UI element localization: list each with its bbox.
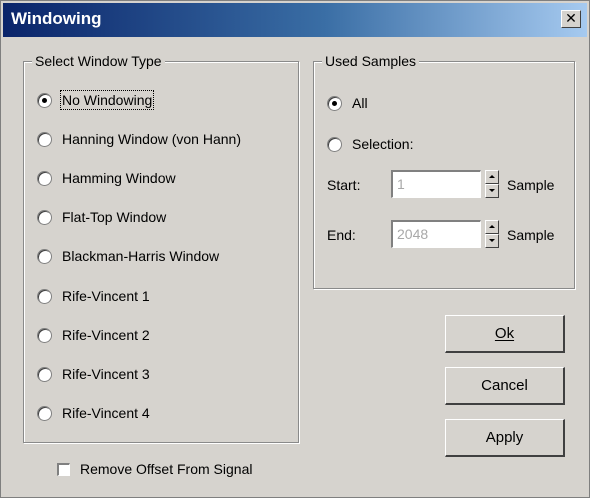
radio-label: All bbox=[352, 95, 368, 111]
title-bar[interactable]: Windowing ✕ bbox=[3, 3, 587, 37]
start-unit-label: Sample bbox=[507, 177, 555, 193]
radio-label: Blackman-Harris Window bbox=[62, 248, 220, 264]
dialog-title: Windowing bbox=[11, 9, 102, 28]
apply-button[interactable]: Apply bbox=[445, 419, 565, 457]
end-input[interactable]: 2048 bbox=[391, 220, 481, 248]
radio-samples-selection[interactable]: Selection: bbox=[327, 134, 413, 154]
radio-label: Selection: bbox=[352, 136, 414, 152]
windowing-dialog: Windowing ✕ Select Window Type No Window… bbox=[0, 0, 590, 498]
radio-icon[interactable] bbox=[37, 248, 52, 264]
radio-blackman-harris[interactable]: Blackman-Harris Window bbox=[37, 246, 219, 266]
remove-offset-checkbox[interactable] bbox=[57, 462, 70, 476]
radio-rife-vincent-4[interactable]: Rife-Vincent 4 bbox=[37, 403, 150, 423]
end-unit-label: Sample bbox=[507, 227, 555, 243]
radio-label: Hanning Window (von Hann) bbox=[62, 131, 241, 147]
radio-icon[interactable] bbox=[37, 366, 52, 382]
cancel-button-label: Cancel bbox=[481, 377, 528, 394]
start-label: Start: bbox=[327, 177, 361, 193]
spin-up-icon[interactable] bbox=[485, 170, 499, 184]
spin-down-icon[interactable] bbox=[485, 234, 499, 248]
radio-icon[interactable] bbox=[37, 170, 52, 186]
radio-hanning[interactable]: Hanning Window (von Hann) bbox=[37, 129, 241, 149]
radio-rife-vincent-1[interactable]: Rife-Vincent 1 bbox=[37, 286, 150, 306]
radio-icon[interactable] bbox=[37, 288, 52, 304]
end-spinner[interactable] bbox=[485, 220, 499, 248]
spin-up-icon[interactable] bbox=[485, 220, 499, 234]
ok-button[interactable]: Ok bbox=[445, 315, 565, 353]
radio-label: Rife-Vincent 2 bbox=[62, 327, 150, 343]
radio-icon[interactable] bbox=[327, 136, 342, 152]
radio-label: Flat-Top Window bbox=[62, 209, 167, 225]
radio-icon[interactable] bbox=[37, 209, 52, 225]
radio-icon-checked[interactable] bbox=[37, 92, 52, 108]
radio-label: Hamming Window bbox=[62, 170, 176, 186]
radio-label: Rife-Vincent 3 bbox=[62, 366, 150, 382]
radio-no-windowing[interactable]: No Windowing bbox=[37, 90, 155, 110]
radio-label: Rife-Vincent 4 bbox=[62, 405, 150, 421]
radio-flat-top[interactable]: Flat-Top Window bbox=[37, 207, 166, 227]
radio-icon[interactable] bbox=[37, 131, 52, 147]
radio-rife-vincent-2[interactable]: Rife-Vincent 2 bbox=[37, 325, 150, 345]
radio-label: No Windowing bbox=[59, 90, 155, 110]
remove-offset-checkbox-row[interactable]: Remove Offset From Signal bbox=[57, 461, 252, 477]
window-type-legend: Select Window Type bbox=[32, 53, 165, 69]
radio-icon[interactable] bbox=[37, 405, 52, 421]
radio-hamming[interactable]: Hamming Window bbox=[37, 168, 176, 188]
end-label: End: bbox=[327, 227, 356, 243]
start-spinner[interactable] bbox=[485, 170, 499, 198]
radio-icon-checked[interactable] bbox=[327, 95, 342, 111]
cancel-button[interactable]: Cancel bbox=[445, 367, 565, 405]
radio-rife-vincent-3[interactable]: Rife-Vincent 3 bbox=[37, 364, 150, 384]
ok-button-label: Ok bbox=[494, 325, 515, 342]
radio-samples-all[interactable]: All bbox=[327, 93, 368, 113]
used-samples-legend: Used Samples bbox=[322, 53, 420, 69]
remove-offset-label: Remove Offset From Signal bbox=[80, 461, 253, 477]
apply-button-label: Apply bbox=[485, 429, 524, 446]
radio-label: Rife-Vincent 1 bbox=[62, 288, 150, 304]
close-icon: ✕ bbox=[565, 10, 577, 26]
start-input[interactable]: 1 bbox=[391, 170, 481, 198]
spin-down-icon[interactable] bbox=[485, 184, 499, 198]
close-button[interactable]: ✕ bbox=[561, 10, 581, 28]
radio-icon[interactable] bbox=[37, 327, 52, 343]
